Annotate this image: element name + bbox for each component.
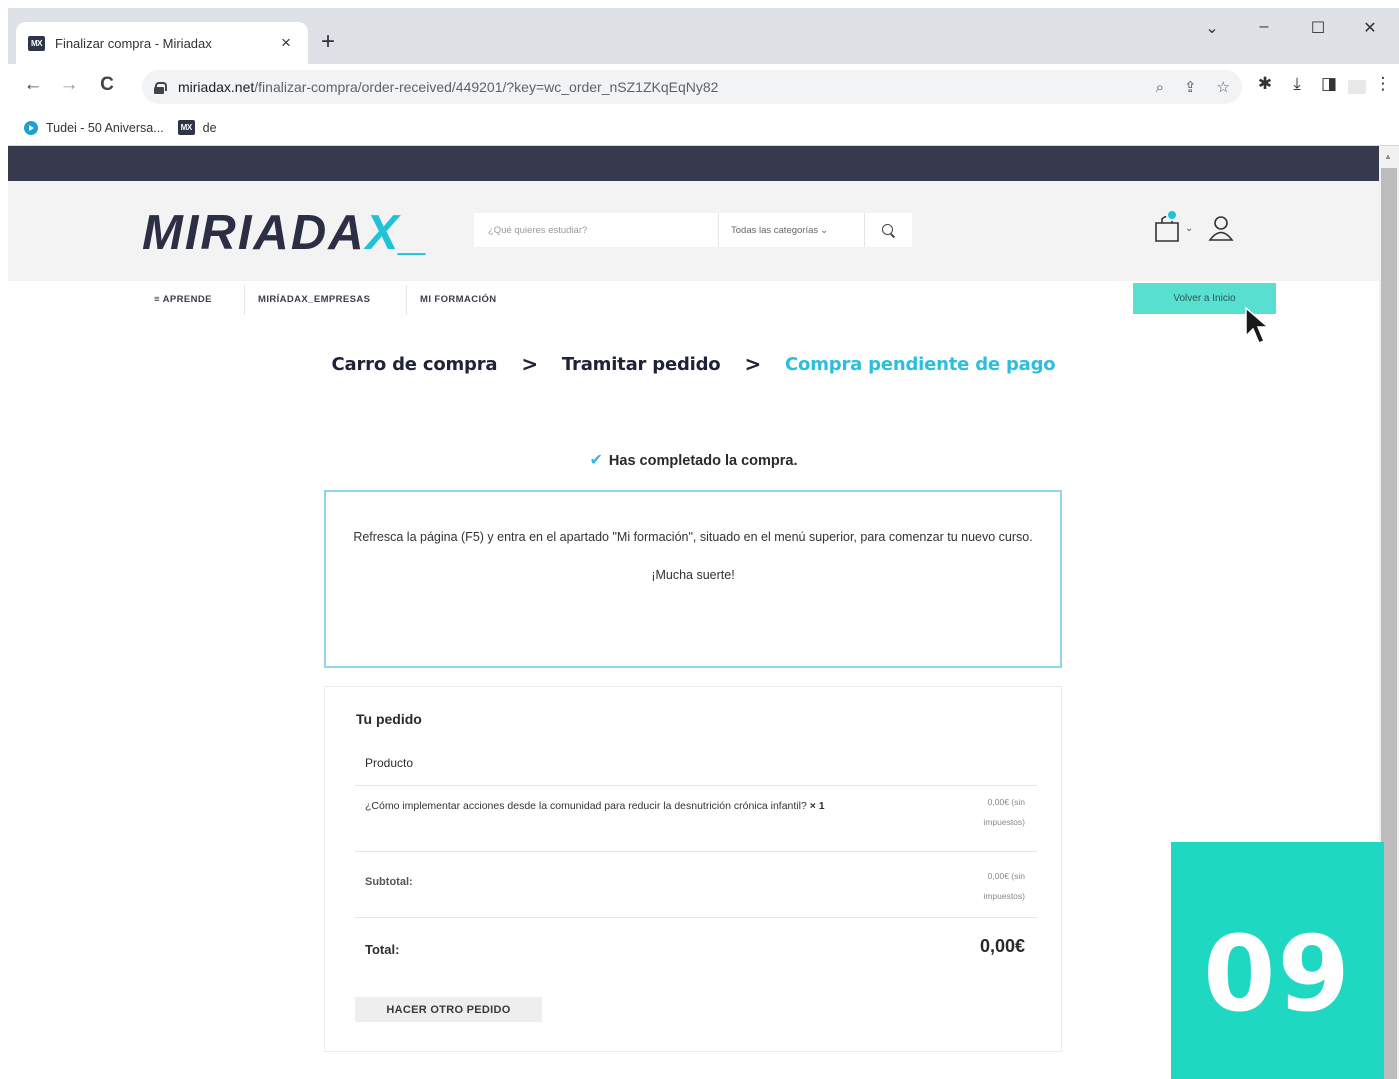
miriadax-favicon-icon: MX: [177, 120, 195, 135]
play-circle-icon: [24, 120, 38, 135]
menu-dots-icon[interactable]: ⋮: [1370, 74, 1396, 94]
browser-chrome: MX Finalizar compra - Miriadax × + ⌄ – ☐…: [8, 8, 1399, 146]
address-bar[interactable]: miriadax.net/finalizar-compra/order-rece…: [142, 70, 1242, 104]
instructions-notice: Refresca la página (F5) y entra en el ap…: [324, 490, 1062, 668]
order-summary: Tu pedido Producto ¿Cómo implementar acc…: [324, 686, 1062, 1052]
tab-strip: MX Finalizar compra - Miriadax × + ⌄ – ☐…: [8, 8, 1399, 64]
subtotal-label: Subtotal:: [365, 876, 413, 888]
cart-button[interactable]: [1150, 209, 1186, 245]
step-number-overlay: 09: [1171, 842, 1384, 1079]
forward-icon[interactable]: →: [56, 74, 82, 96]
bookmark-star-icon[interactable]: ☆: [1217, 78, 1230, 96]
extension-badge-icon[interactable]: [1348, 80, 1366, 94]
completed-text: Has completado la compra.: [608, 453, 798, 469]
category-select-value: Todas las categorías: [731, 224, 819, 236]
miriadax-favicon-icon: MX: [28, 35, 45, 51]
side-panel-icon[interactable]: ◨: [1316, 74, 1342, 94]
user-account-icon[interactable]: [1206, 213, 1236, 243]
site-header: MIRIADAX_ Todas las categorías ⌄ ⌄: [8, 181, 1379, 281]
omnibox-actions: ⌕ ⇪ ☆: [1136, 78, 1230, 97]
bookmark-tudei[interactable]: Tudei - 50 Aniversa...: [24, 120, 164, 135]
bookmark-label: de: [202, 120, 217, 135]
purchase-completed-message: ✔ Has completado la compra.: [8, 450, 1379, 470]
subtotal-row: Subtotal: 0,00€ (sin impuestos): [355, 852, 1037, 918]
browser-toolbar: ← → C miriadax.net/finalizar-compra/orde…: [8, 64, 1399, 110]
chevron-right-icon: >: [521, 352, 538, 376]
checkmark-icon: ✔: [589, 452, 603, 469]
nav-item-empresas[interactable]: MIRÍADAX_EMPRESAS: [258, 281, 370, 317]
search-icon: [882, 223, 895, 237]
chevron-right-icon: >: [744, 352, 762, 376]
mouse-cursor-icon: [1245, 306, 1270, 344]
bookmark-label: Tudei - 50 Aniversa...: [46, 120, 164, 135]
close-tab-icon[interactable]: ×: [276, 33, 296, 53]
back-icon[interactable]: ←: [20, 74, 46, 96]
reload-icon[interactable]: C: [94, 74, 120, 96]
tab-title: Finalizar compra - Miriadax: [55, 35, 212, 51]
miriadax-logo[interactable]: MIRIADAX_: [142, 209, 430, 258]
notice-luck: ¡Mucha suerte!: [651, 568, 735, 583]
url-host: miriadax.net: [178, 79, 255, 95]
order-table: Producto ¿Cómo implementar acciones desd…: [355, 743, 1037, 984]
step-number: 09: [1203, 913, 1352, 1035]
table-row: ¿Cómo implementar acciones desde la comu…: [355, 786, 1037, 852]
nav-divider: [406, 285, 407, 315]
nav-item-mi-formacion[interactable]: MI FORMACIÓN: [420, 281, 497, 317]
url-path: /finalizar-compra/order-received/449201/…: [254, 79, 719, 95]
share-icon[interactable]: ⇪: [1184, 78, 1197, 96]
nav-item-aprende[interactable]: ≡ APRENDE: [154, 281, 212, 317]
total-value: 0,00€: [979, 936, 1025, 956]
checkout-steps: Carro de compra > Tramitar pedido > Comp…: [8, 352, 1379, 376]
product-quantity: × 1: [809, 800, 825, 812]
extensions-puzzle-icon[interactable]: ✱: [1252, 74, 1278, 94]
logo-main-text: MIRIADA: [142, 206, 366, 260]
maximize-icon[interactable]: ☐: [1302, 18, 1334, 38]
notice-text: Refresca la página (F5) y entra en el ap…: [353, 530, 1033, 544]
subtotal-value: 0,00€ (sin impuestos): [983, 871, 1025, 902]
step-pending-payment: Compra pendiente de pago: [785, 353, 1056, 375]
tab-search-icon[interactable]: ⌄: [1196, 18, 1228, 38]
step-cart[interactable]: Carro de compra: [332, 354, 498, 375]
chevron-down-icon: ⌄: [820, 224, 829, 236]
cart-count-badge: [1166, 209, 1178, 221]
search-input[interactable]: [474, 224, 718, 236]
table-header-row: Producto: [355, 743, 1037, 786]
bookmark-de[interactable]: MX de: [177, 120, 217, 135]
product-title: ¿Cómo implementar acciones desde la comu…: [365, 800, 807, 812]
product-price: 0,00€ (sin impuestos): [983, 797, 1025, 828]
scroll-up-arrow-icon[interactable]: ▲: [1384, 152, 1392, 161]
total-row: Total: 0,00€: [355, 918, 1037, 984]
step-checkout[interactable]: Tramitar pedido: [562, 354, 721, 375]
downloads-icon[interactable]: ⤓: [1284, 74, 1310, 94]
zoom-icon[interactable]: ⌕: [1156, 79, 1164, 96]
total-label: Total:: [365, 942, 400, 957]
lock-icon: [154, 81, 167, 94]
browser-tab[interactable]: MX Finalizar compra - Miriadax ×: [16, 22, 308, 64]
order-title: Tu pedido: [356, 711, 422, 727]
bookmarks-bar: Tudei - 50 Aniversa... MX de: [8, 110, 1399, 146]
course-search: Todas las categorías ⌄: [474, 213, 912, 247]
logo-accent-text: X_: [365, 206, 430, 260]
close-window-icon[interactable]: ✕: [1354, 18, 1386, 38]
chevron-down-icon[interactable]: ⌄: [1185, 223, 1193, 234]
product-name: ¿Cómo implementar acciones desde la comu…: [365, 798, 895, 816]
category-select[interactable]: Todas las categorías ⌄: [718, 213, 864, 247]
new-tab-button[interactable]: +: [314, 28, 342, 56]
search-button[interactable]: [864, 213, 912, 247]
column-header-product: Producto: [365, 756, 414, 770]
hacer-otro-pedido-button[interactable]: HACER OTRO PEDIDO: [355, 997, 542, 1022]
nav-divider: [244, 285, 245, 315]
minimize-icon[interactable]: –: [1248, 18, 1280, 36]
site-topbar: [8, 146, 1379, 181]
